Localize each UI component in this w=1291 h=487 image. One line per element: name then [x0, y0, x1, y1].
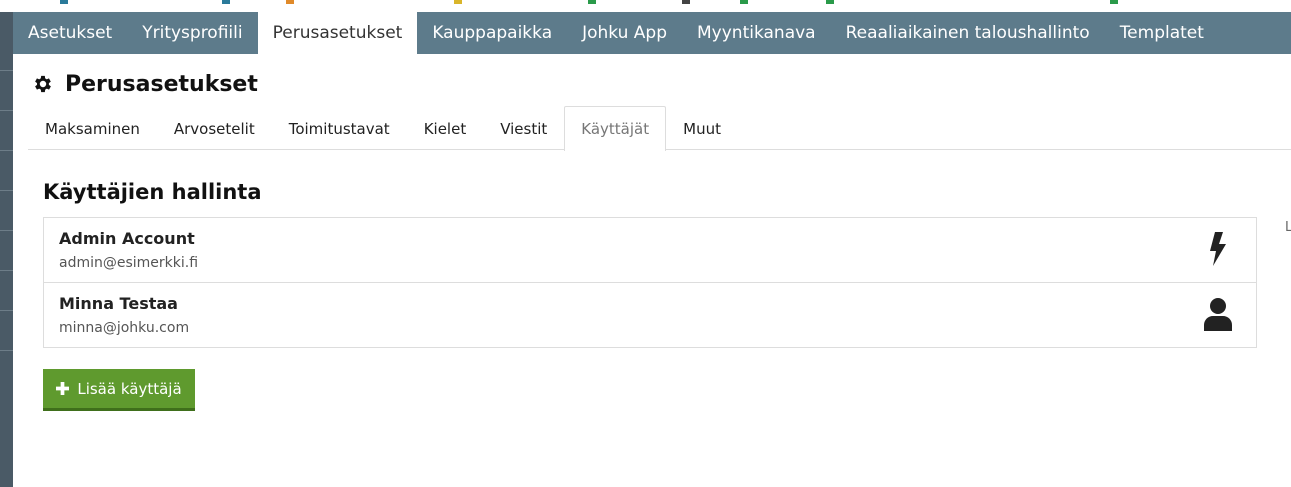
left-sidebar-rail[interactable] [0, 12, 13, 487]
nav-item-perusasetukset[interactable]: Perusasetukset [257, 12, 418, 54]
user-email: minna@johku.com [59, 320, 190, 336]
add-user-button-label: Lisää käyttäjä [77, 379, 182, 398]
tab-toimitustavat[interactable]: Toimitustavat [272, 106, 407, 150]
lightning-bolt-icon [1204, 231, 1232, 267]
tab-kayttajat[interactable]: Käyttäjät [564, 106, 667, 151]
edge-glyph: L [1285, 220, 1291, 235]
tab-maksaminen[interactable]: Maksaminen [28, 106, 157, 150]
gear-icon [35, 75, 51, 93]
nav-item-yritysprofiili[interactable]: Yritysprofiili [127, 12, 257, 54]
nav-item-reaaliaikainen-taloushallinto[interactable]: Reaaliaikainen taloushallinto [831, 12, 1105, 54]
tab-viestit[interactable]: Viestit [483, 106, 564, 150]
section-heading: Käyttäjien hallinta [43, 180, 262, 204]
nav-item-myyntikanava[interactable]: Myyntikanava [682, 12, 831, 54]
page-header: Perusasetukset [32, 69, 258, 99]
tab-arvosetelit[interactable]: Arvosetelit [157, 106, 272, 150]
settings-tabs: Maksaminen Arvosetelit Toimitustavat Kie… [28, 106, 1291, 151]
user-icon [1204, 296, 1232, 332]
top-strip [0, 0, 1291, 12]
nav-item-templatet[interactable]: Templatet [1105, 12, 1219, 54]
list-item[interactable]: Minna Testaa minna@johku.com [44, 283, 1256, 347]
main-navigation: Asetukset Yritysprofiili Perusasetukset … [13, 12, 1291, 54]
page-title: Perusasetukset [65, 71, 258, 97]
user-email: admin@esimerkki.fi [59, 255, 199, 271]
user-name: Admin Account [59, 229, 195, 248]
nav-item-kauppapaikka[interactable]: Kauppapaikka [417, 12, 567, 54]
tab-muut[interactable]: Muut [666, 106, 738, 150]
list-item[interactable]: Admin Account admin@esimerkki.fi [44, 218, 1256, 283]
nav-item-asetukset[interactable]: Asetukset [13, 12, 127, 54]
user-list: Admin Account admin@esimerkki.fi Minna T… [43, 217, 1257, 348]
user-name: Minna Testaa [59, 294, 178, 313]
plus-icon [56, 382, 70, 395]
nav-item-johku-app[interactable]: Johku App [567, 12, 682, 54]
add-user-button[interactable]: Lisää käyttäjä [43, 369, 195, 411]
tab-kielet[interactable]: Kielet [407, 106, 484, 150]
